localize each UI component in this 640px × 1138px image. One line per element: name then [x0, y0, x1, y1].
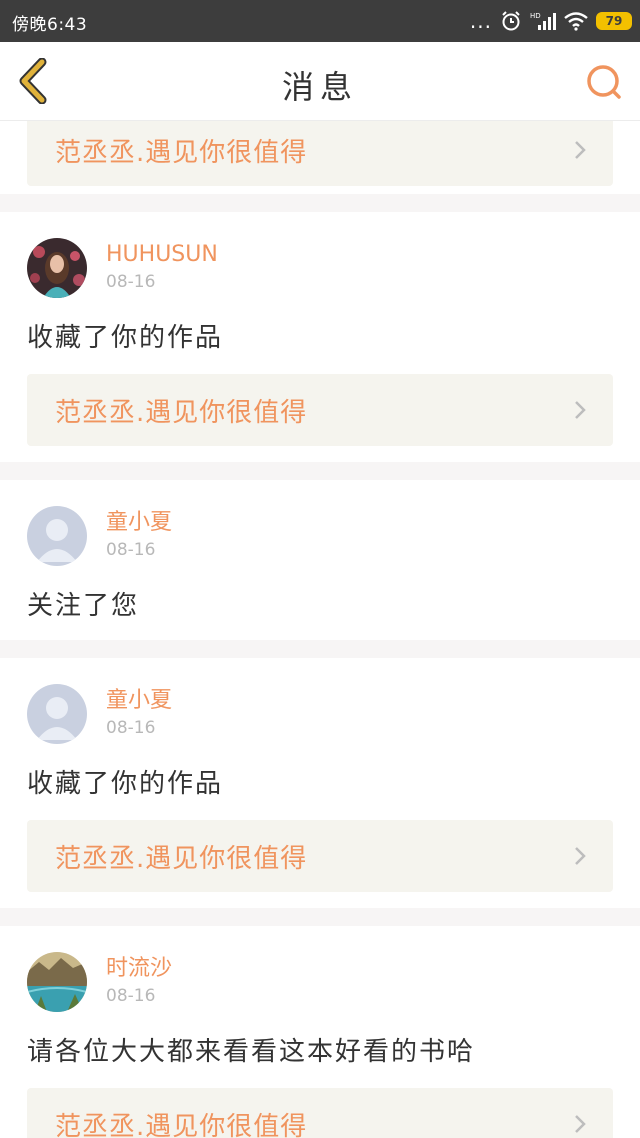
chevron-right-icon	[575, 1115, 586, 1133]
work-title: 范丞丞.遇见你很值得	[55, 397, 308, 428]
message-text: 收藏了你的作品	[27, 323, 224, 353]
work-link[interactable]: 范丞丞.遇见你很值得	[27, 374, 613, 446]
status-bar: 傍晚6:43 ... HD 79	[0, 0, 640, 42]
work-title: 范丞丞.遇见你很值得	[55, 843, 308, 874]
status-time: 傍晚6:43	[12, 15, 88, 35]
username[interactable]: HUHUSUN	[106, 242, 218, 268]
message-feed[interactable]: 范丞丞.遇见你很值得 HUHUSUN 08-16 收藏了你的作品 范丞丞.遇见你…	[0, 121, 640, 1138]
message-card: 范丞丞.遇见你很值得	[0, 121, 640, 194]
alarm-icon	[502, 11, 520, 31]
timestamp: 08-16	[106, 272, 156, 292]
chevron-right-icon	[575, 401, 586, 419]
avatar-default-icon[interactable]	[27, 684, 87, 744]
timestamp: 08-16	[106, 540, 156, 560]
username[interactable]: 时流沙	[106, 956, 172, 982]
chevron-right-icon	[575, 141, 586, 159]
work-link[interactable]: 范丞丞.遇见你很值得	[27, 820, 613, 892]
username[interactable]: 童小夏	[106, 510, 172, 536]
battery-icon: 79	[596, 12, 632, 30]
message-card: HUHUSUN 08-16 收藏了你的作品 范丞丞.遇见你很值得	[0, 212, 640, 462]
timestamp: 08-16	[106, 718, 156, 738]
avatar[interactable]	[27, 238, 87, 298]
work-title: 范丞丞.遇见你很值得	[55, 137, 308, 168]
search-button[interactable]	[584, 62, 624, 102]
message-card: 童小夏 08-16 关注了您	[0, 480, 640, 640]
battery-level: 79	[605, 14, 623, 28]
status-icons: ... HD 79	[470, 8, 632, 34]
page-title: 消息	[281, 68, 358, 106]
message-card: 时流沙 08-16 请各位大大都来看看这本好看的书哈 范丞丞.遇见你很值得	[0, 926, 640, 1138]
message-text: 收藏了你的作品	[27, 769, 224, 799]
svg-text:HD: HD	[530, 12, 541, 20]
work-link[interactable]: 范丞丞.遇见你很值得	[27, 1088, 613, 1138]
work-link[interactable]: 范丞丞.遇见你很值得	[27, 121, 613, 186]
avatar-default-icon[interactable]	[27, 506, 87, 566]
more-dots: ...	[469, 9, 492, 33]
message-text: 请各位大大都来看看这本好看的书哈	[27, 1037, 476, 1067]
avatar[interactable]	[27, 952, 87, 1012]
message-card: 童小夏 08-16 收藏了你的作品 范丞丞.遇见你很值得	[0, 658, 640, 908]
signal-icon: HD	[530, 12, 556, 30]
chevron-right-icon	[575, 847, 586, 865]
username[interactable]: 童小夏	[106, 688, 172, 714]
message-text: 关注了您	[27, 591, 140, 621]
work-title: 范丞丞.遇见你很值得	[55, 1111, 308, 1138]
top-nav: 消息	[0, 42, 640, 121]
timestamp: 08-16	[106, 986, 156, 1006]
search-icon	[587, 65, 621, 99]
wifi-icon	[564, 12, 588, 31]
